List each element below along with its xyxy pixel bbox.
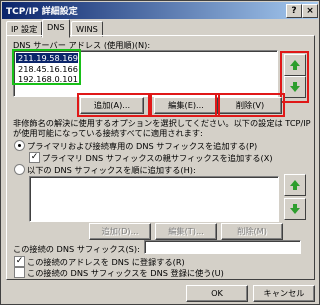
highlight-delete-button: [215, 93, 285, 117]
suffix-edit-button[interactable]: 編集(T)...: [155, 223, 217, 240]
close-button[interactable]: ×: [302, 4, 318, 18]
highlight-add-button: [77, 93, 150, 117]
arrow-up-icon: [290, 180, 300, 190]
suffix-add-button[interactable]: 追加(D)...: [89, 223, 151, 240]
resolution-description-line2: が使用可能になっている接続すべてに適用されます:: [13, 128, 203, 138]
ok-button[interactable]: OK: [186, 285, 248, 302]
radio-primary-suffix-label: プライマリおよび接続専用の DNS サフィックスを追加する(P): [27, 141, 258, 151]
radio-primary-suffix[interactable]: [14, 140, 25, 151]
radio-append-suffixes[interactable]: [14, 164, 25, 175]
highlight-server-addresses: [12, 49, 81, 85]
dialog-window: TCP/IP 詳細設定 ? × IP 設定 DNS WINS DNS サーバー …: [0, 0, 320, 305]
dns-suffix-list[interactable]: [29, 176, 279, 222]
cancel-button[interactable]: キャンセル: [253, 285, 315, 302]
arrow-down-icon: [290, 204, 300, 214]
help-button[interactable]: ?: [286, 4, 302, 18]
checkbox-register-address[interactable]: ✓: [14, 256, 25, 267]
tab-dns[interactable]: DNS: [42, 19, 70, 38]
window-title: TCP/IP 詳細設定: [6, 7, 78, 17]
title-bar[interactable]: TCP/IP 詳細設定 ? ×: [2, 2, 318, 19]
connection-suffix-label: この接続の DNS サフィックス(S):: [13, 244, 140, 254]
checkbox-use-suffix[interactable]: [14, 267, 25, 278]
checkbox-parent-suffix-label: プライマリ DNS サフィックスの親サフィックスを追加する(X): [42, 153, 273, 163]
suffix-delete-button[interactable]: 削除(M): [221, 223, 283, 240]
highlight-edit-button: [150, 93, 220, 117]
radio-append-suffixes-label: 以下の DNS サフィックスを順に追加する(H):: [27, 165, 196, 175]
dns-tab-panel: DNS サーバー アドレス (使用順)(N): 211.19.58.169 21…: [6, 35, 315, 280]
checkbox-use-suffix-label: この接続の DNS サフィックスを DNS 登録に使う(U): [27, 268, 224, 278]
suffix-move-down-button[interactable]: [284, 198, 306, 220]
checkbox-parent-suffix[interactable]: ✓: [29, 152, 40, 163]
connection-suffix-input[interactable]: [144, 240, 301, 254]
suffix-move-up-button[interactable]: [284, 174, 306, 196]
